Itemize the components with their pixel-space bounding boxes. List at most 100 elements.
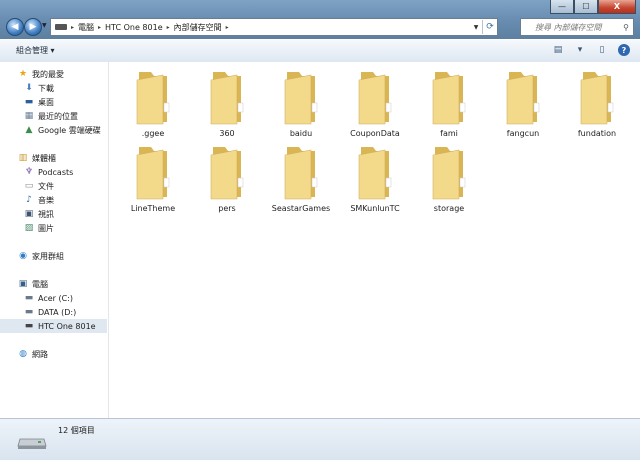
podcast-icon: ♆ bbox=[24, 167, 34, 177]
recent-places-icon: ▦ bbox=[24, 111, 34, 121]
chevron-right-icon[interactable]: ▸ bbox=[226, 24, 229, 31]
folder-item[interactable]: pers bbox=[191, 141, 263, 213]
view-options-dropdown-icon[interactable]: ▾ bbox=[574, 44, 586, 56]
help-icon[interactable]: ? bbox=[618, 44, 630, 56]
nav-label: 我的最愛 bbox=[32, 69, 64, 79]
network-icon: ◍ bbox=[19, 349, 27, 359]
folder-item[interactable]: LineTheme bbox=[117, 141, 189, 213]
folder-item[interactable]: baidu bbox=[265, 66, 337, 138]
video-icon: ▣ bbox=[24, 209, 34, 219]
folder-icon bbox=[580, 72, 614, 125]
chevron-right-icon[interactable]: ▸ bbox=[167, 24, 170, 31]
folder-icon bbox=[506, 72, 540, 125]
documents-icon: ▭ bbox=[24, 181, 34, 191]
breadcrumb-computer[interactable]: 電腦 bbox=[78, 22, 94, 33]
forward-button[interactable]: ▶ bbox=[24, 18, 42, 36]
folder-icon bbox=[358, 72, 392, 125]
address-bar[interactable]: ▸ 電腦 ▸ HTC One 801e ▸ 內部儲存空間 ▸ ▼ ⟳ bbox=[50, 18, 498, 36]
navigation-pane[interactable]: ★ 我的最愛 ⬇ 下載 ▬ 桌面 ▦ 最近的位置 ▲ Google 雲端硬碟 ▥ bbox=[0, 62, 109, 418]
folder-item[interactable]: SeastarGames bbox=[265, 141, 337, 213]
chevron-right-icon[interactable]: ▸ bbox=[98, 24, 101, 31]
folder-name: LineTheme bbox=[130, 204, 176, 213]
device-icon bbox=[17, 438, 47, 449]
nav-label: 電腦 bbox=[32, 279, 48, 289]
nav-label: DATA (D:) bbox=[38, 307, 77, 317]
folder-icon bbox=[136, 147, 170, 200]
library-icon: ▥ bbox=[18, 153, 28, 163]
nav-label: 最近的位置 bbox=[38, 111, 78, 121]
details-pane: 12 個項目 bbox=[0, 418, 640, 460]
folder-icon bbox=[210, 72, 244, 125]
folder-name: .ggee bbox=[141, 129, 165, 138]
address-row: ◀ ▶ ▼ ▸ 電腦 ▸ HTC One 801e ▸ 內部儲存空間 ▸ ▼ ⟳… bbox=[0, 14, 640, 38]
nav-item-htc-device[interactable]: ▬ HTC One 801e bbox=[0, 319, 107, 333]
search-box[interactable]: 搜尋 內部儲存空間 ⚲ bbox=[520, 18, 634, 36]
folder-item[interactable]: fami bbox=[413, 66, 485, 138]
nav-label: Google 雲端硬碟 bbox=[38, 125, 101, 135]
folder-name: fundation bbox=[577, 129, 617, 138]
folder-item[interactable]: .ggee bbox=[117, 66, 189, 138]
folder-icon bbox=[136, 72, 170, 125]
search-icon[interactable]: ⚲ bbox=[619, 23, 633, 32]
folder-name: 360 bbox=[219, 129, 235, 138]
folder-item[interactable]: CouponData bbox=[339, 66, 411, 138]
folder-name: SMKunlunTC bbox=[350, 204, 400, 213]
maximize-button[interactable]: ☐ bbox=[574, 0, 598, 14]
nav-label: 桌面 bbox=[38, 97, 54, 107]
folder-name: baidu bbox=[289, 129, 313, 138]
file-list[interactable]: .ggee 360 baidu CouponData fami fangcun fundat… bbox=[109, 62, 640, 418]
folder-item[interactable]: 360 bbox=[191, 66, 263, 138]
nav-label: 家用群組 bbox=[32, 251, 64, 261]
google-drive-icon: ▲ bbox=[25, 125, 33, 135]
nav-label: 媒體櫃 bbox=[32, 153, 56, 163]
folder-item[interactable]: SMKunlunTC bbox=[339, 141, 411, 213]
nav-label: HTC One 801e bbox=[38, 321, 96, 331]
folder-name: fami bbox=[440, 129, 458, 138]
minimize-button[interactable]: — bbox=[550, 0, 574, 14]
folder-icon bbox=[284, 72, 318, 125]
desktop-icon: ▬ bbox=[24, 97, 34, 107]
folder-name: fangcun bbox=[506, 129, 540, 138]
nav-label: 音樂 bbox=[38, 195, 54, 205]
folder-name: pers bbox=[218, 204, 236, 213]
computer-icon: ▣ bbox=[18, 279, 28, 289]
preview-pane-icon[interactable]: ▯ bbox=[596, 44, 608, 56]
homegroup-icon: ◉ bbox=[19, 251, 27, 261]
folder-item[interactable]: storage bbox=[413, 141, 485, 213]
caption-buttons: — ☐ X bbox=[550, 0, 636, 14]
close-button[interactable]: X bbox=[598, 0, 636, 14]
device-icon: ▬ bbox=[24, 321, 34, 331]
folder-icon bbox=[432, 72, 466, 125]
nav-label: 下載 bbox=[38, 83, 54, 93]
breadcrumb-device[interactable]: HTC One 801e bbox=[105, 23, 163, 32]
change-view-icon[interactable]: ▤ bbox=[552, 44, 564, 56]
folder-name: SeastarGames bbox=[271, 204, 331, 213]
search-input[interactable]: 搜尋 內部儲存空間 bbox=[521, 22, 619, 33]
recent-pages-dropdown[interactable]: ▼ bbox=[42, 22, 47, 29]
nav-label: 圖片 bbox=[38, 223, 54, 233]
organize-menu-button[interactable]: 組合管理 ▾ bbox=[16, 45, 55, 56]
chevron-right-icon[interactable]: ▸ bbox=[71, 24, 74, 31]
music-icon: ♪ bbox=[26, 195, 32, 205]
nav-label: Podcasts bbox=[38, 167, 74, 177]
address-dropdown-button[interactable]: ▼ bbox=[470, 24, 482, 31]
folder-name: CouponData bbox=[350, 129, 400, 138]
command-bar: 組合管理 ▾ ▤ ▾ ▯ ? bbox=[0, 39, 640, 63]
refresh-button[interactable]: ⟳ bbox=[482, 20, 497, 34]
breadcrumb-storage[interactable]: 內部儲存空間 bbox=[174, 22, 222, 33]
back-button[interactable]: ◀ bbox=[6, 18, 24, 36]
folder-icon bbox=[284, 147, 318, 200]
hard-drive-icon: ▬ bbox=[24, 307, 34, 317]
explorer-window: — ☐ X ◀ ▶ ▼ ▸ 電腦 ▸ HTC One 801e ▸ 內部儲存空間… bbox=[0, 0, 640, 460]
folder-item[interactable]: fundation bbox=[561, 66, 633, 138]
nav-label: 文件 bbox=[38, 181, 54, 191]
device-icon bbox=[55, 24, 67, 30]
star-icon: ★ bbox=[18, 69, 28, 79]
folder-name: storage bbox=[433, 204, 465, 213]
folder-item[interactable]: fangcun bbox=[487, 66, 559, 138]
folder-icon bbox=[210, 147, 244, 200]
item-count: 12 個項目 bbox=[58, 426, 95, 435]
folder-icon bbox=[432, 147, 466, 200]
downloads-icon: ⬇ bbox=[25, 83, 33, 93]
pictures-icon: ▨ bbox=[24, 223, 34, 233]
